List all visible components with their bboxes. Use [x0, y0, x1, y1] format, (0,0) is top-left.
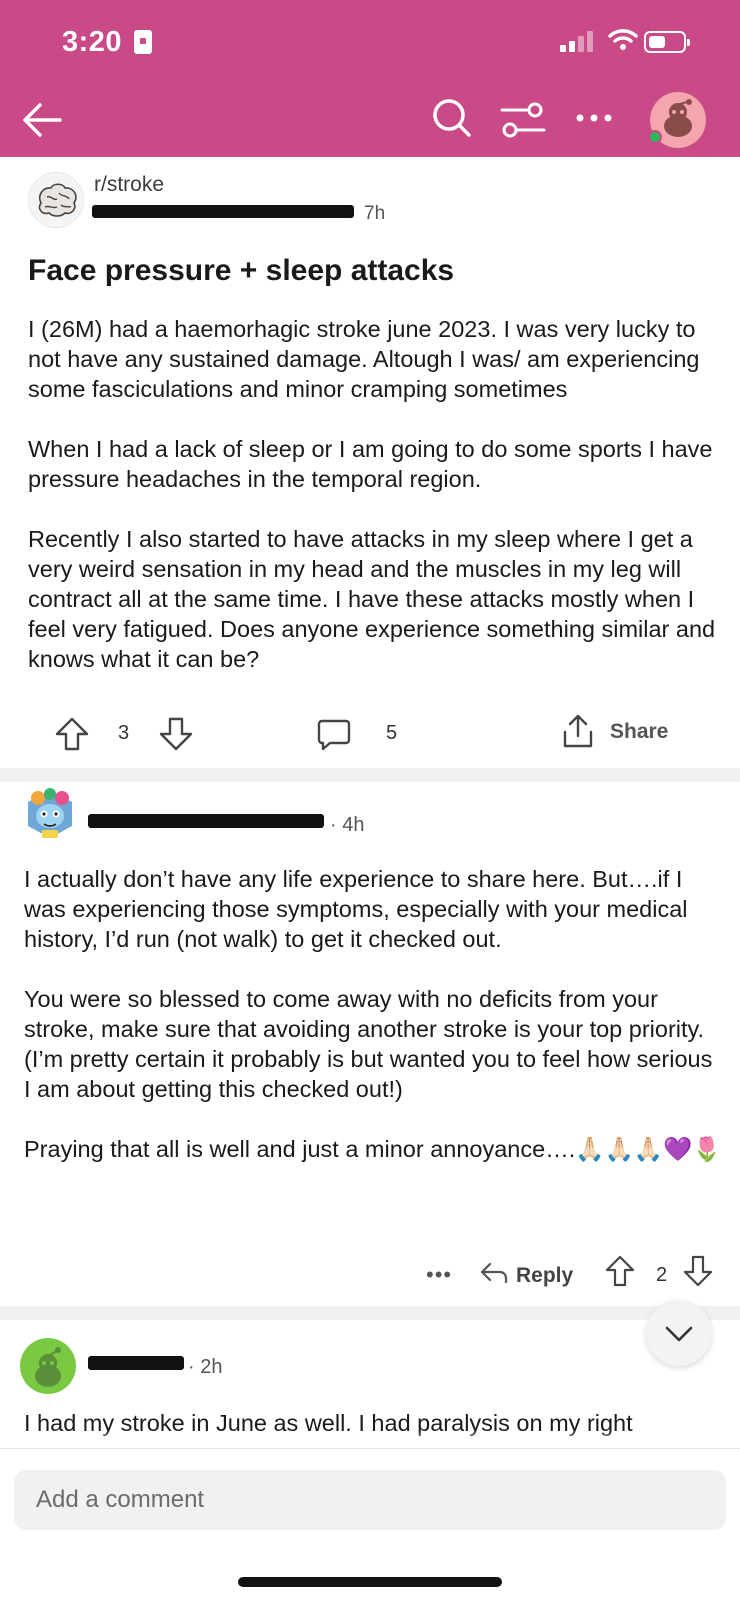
section-divider [0, 768, 740, 782]
comment-time: · 2h [188, 1356, 223, 1378]
scroll-fade [0, 1430, 740, 1450]
home-indicator [238, 1577, 502, 1587]
downvote-icon[interactable] [682, 1254, 714, 1288]
post-comment-count: 5 [386, 722, 398, 744]
snoo-avatar-icon [28, 788, 72, 838]
comment-paragraph: You were so blessed to come away with no… [24, 986, 713, 1102]
comment-bubble-icon [317, 719, 351, 751]
subreddit-name[interactable]: r/stroke [94, 173, 164, 197]
upvote-icon[interactable] [604, 1254, 636, 1288]
commenter-avatar[interactable] [22, 786, 78, 842]
comments-button[interactable] [316, 716, 416, 752]
post-vote-count: 3 [118, 722, 130, 744]
add-comment-input[interactable] [14, 1470, 726, 1530]
post-paragraph: I (26M) had a haemorhagic stroke june 20… [28, 316, 700, 402]
sort-filter-icon[interactable] [500, 100, 546, 140]
reply-label[interactable]: Reply [516, 1264, 573, 1288]
post-title: Face pressure + sleep attacks [28, 254, 455, 287]
app-header: 3:20 [0, 0, 740, 157]
orientation-lock-icon [134, 30, 152, 54]
comment-time: · 4h [330, 814, 365, 836]
redacted-username [92, 205, 354, 218]
subreddit-icon[interactable] [28, 172, 84, 228]
comment-vote-count: 2 [656, 1264, 668, 1286]
post-time: 7h [364, 203, 386, 224]
section-divider [0, 1306, 740, 1320]
post-paragraph: When I had a lack of sleep or I am going… [28, 436, 713, 492]
more-horizontal-icon[interactable] [572, 98, 616, 138]
back-arrow-icon[interactable] [18, 96, 66, 144]
redacted-username [88, 814, 324, 828]
downvote-icon[interactable] [158, 716, 194, 752]
cellular-signal-icon [560, 30, 596, 52]
brain-icon [38, 183, 77, 217]
chevron-down-icon [665, 1326, 693, 1342]
share-label[interactable]: Share [610, 720, 668, 744]
search-icon[interactable] [430, 96, 474, 140]
share-icon [563, 714, 593, 748]
upvote-icon[interactable] [54, 716, 90, 752]
commenter-avatar[interactable] [20, 1338, 76, 1394]
comment-paragraph: Praying that all is well and just a mino… [24, 1136, 722, 1162]
redacted-username [88, 1356, 184, 1370]
comment-paragraph: I actually don’t have any life experienc… [24, 866, 688, 952]
status-time: 3:20 [62, 26, 123, 58]
snoo-avatar-icon [35, 1347, 61, 1387]
scroll-next-button[interactable] [646, 1300, 712, 1366]
post-body: I (26M) had a haemorhagic stroke june 20… [28, 314, 728, 704]
comment-body: I actually don’t have any life experienc… [24, 864, 724, 1194]
comment-more-button[interactable]: ••• [426, 1262, 452, 1288]
battery-icon [644, 31, 690, 53]
reply-arrow-icon [480, 1262, 508, 1284]
wifi-icon [608, 29, 638, 50]
post-paragraph: Recently I also started to have attacks … [28, 526, 716, 672]
online-status-dot [648, 130, 662, 144]
